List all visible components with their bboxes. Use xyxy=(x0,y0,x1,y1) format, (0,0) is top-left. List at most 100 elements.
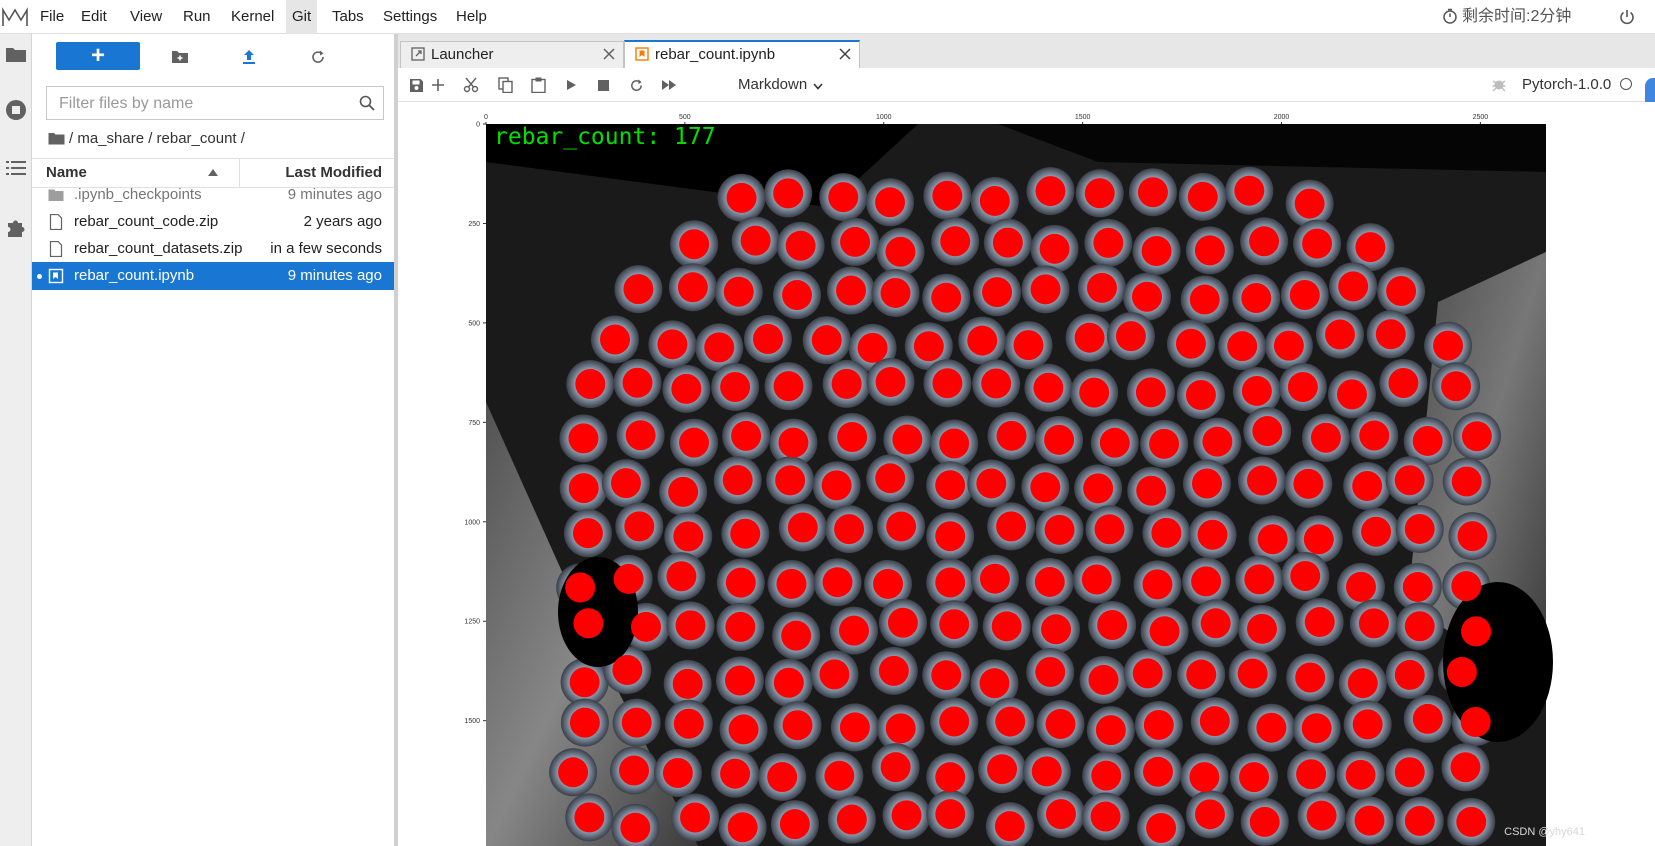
detection-dot xyxy=(1441,371,1472,402)
detection-dot xyxy=(1257,524,1288,555)
running-sessions-tab[interactable] xyxy=(2,96,30,124)
save-button[interactable] xyxy=(404,74,428,96)
detection-dot xyxy=(1088,664,1119,695)
detection-dot xyxy=(1202,426,1233,457)
file-row[interactable]: .ipynb_checkpoints 9 minutes ago xyxy=(32,181,394,209)
cell-type-dropdown[interactable]: Markdown xyxy=(738,68,823,102)
detection-dot xyxy=(875,187,906,218)
stop-circle-icon xyxy=(6,100,26,120)
detection-dot xyxy=(1079,377,1110,408)
detection-dot xyxy=(976,468,1007,499)
detection-dot xyxy=(1304,607,1335,638)
file-row-selected[interactable]: rebar_count.ipynb 9 minutes ago xyxy=(32,262,394,290)
insert-cell-button[interactable] xyxy=(426,74,450,96)
menu-tabs[interactable]: Tabs xyxy=(326,0,370,34)
file-modified: in a few seconds xyxy=(270,240,382,257)
menu-settings[interactable]: Settings xyxy=(377,0,443,34)
detection-dot xyxy=(836,804,867,835)
detection-dot xyxy=(1303,524,1334,555)
run-cell-button[interactable] xyxy=(559,74,583,96)
interrupt-kernel-button[interactable] xyxy=(591,74,615,96)
breadcrumb[interactable]: / ma_share / rebar_count / xyxy=(48,124,245,154)
close-icon[interactable] xyxy=(603,48,615,60)
detection-dot xyxy=(1189,284,1220,315)
paste-cell-button[interactable] xyxy=(526,74,550,96)
detection-dot xyxy=(811,325,842,356)
detection-dot xyxy=(878,655,909,686)
menu-run[interactable]: Run xyxy=(177,0,217,34)
folder-icon[interactable] xyxy=(48,132,65,145)
breadcrumb-path[interactable]: / ma_share / rebar_count / xyxy=(69,130,245,147)
power-icon[interactable] xyxy=(1618,8,1636,26)
menu-view[interactable]: View xyxy=(124,0,168,34)
output-image-figure: 0 500 1000 1500 2000 2500 0 250 500 750 1000 1250 1… xyxy=(464,114,1553,846)
upload-button[interactable] xyxy=(237,45,261,69)
detection-dot xyxy=(1200,608,1231,639)
detection-dot xyxy=(1375,319,1406,350)
menu-kernel[interactable]: Kernel xyxy=(225,0,280,34)
detection-dot xyxy=(1241,375,1272,406)
restart-kernel-button[interactable] xyxy=(624,74,648,96)
file-name: rebar_count_datasets.zip xyxy=(74,240,243,257)
refresh-icon xyxy=(312,50,324,63)
activity-bar xyxy=(0,34,32,846)
detection-dot xyxy=(1142,756,1173,787)
bug-icon[interactable] xyxy=(1491,76,1507,92)
detection-dot xyxy=(1252,416,1283,447)
detection-dot xyxy=(1354,805,1385,836)
detection-dot xyxy=(935,799,966,830)
kernel-name[interactable]: Pytorch-1.0.0 xyxy=(1522,68,1611,102)
detection-dot xyxy=(1090,801,1121,832)
main-area: Launcher rebar_count.ipynb Markdown Pyto… xyxy=(398,34,1655,846)
detection-dot xyxy=(1151,517,1182,548)
detection-dot xyxy=(991,611,1022,642)
detection-dot xyxy=(880,752,911,783)
copy-cell-button[interactable] xyxy=(493,74,517,96)
cut-cell-button[interactable] xyxy=(459,74,483,96)
notebook-panel: 0 500 1000 1500 2000 2500 0 250 500 750 1000 1250 1… xyxy=(398,102,1655,846)
detection-dot xyxy=(731,420,762,451)
notebook-icon xyxy=(48,268,64,284)
y-tick-label: 1500 xyxy=(464,718,480,725)
detection-dot xyxy=(1345,759,1376,790)
tab-launcher[interactable]: Launcher xyxy=(400,41,624,68)
search-icon[interactable] xyxy=(359,95,375,111)
new-folder-button[interactable] xyxy=(168,45,192,69)
detection-dot xyxy=(558,757,589,788)
detection-dot xyxy=(1355,232,1386,263)
detection-dot xyxy=(840,226,871,257)
figure-x-axis: 0 500 1000 1500 2000 2500 xyxy=(484,114,1488,124)
new-launcher-button[interactable]: + xyxy=(56,42,140,70)
file-browser-tab[interactable] xyxy=(2,40,30,68)
detection-dot xyxy=(610,468,641,499)
detection-dot xyxy=(668,476,699,507)
menu-help[interactable]: Help xyxy=(450,0,493,34)
detection-dot xyxy=(886,511,917,542)
detection-dot xyxy=(1149,616,1180,647)
detection-dot xyxy=(728,714,759,745)
file-row[interactable]: rebar_count_datasets.zip in a few second… xyxy=(32,235,394,263)
menu-git[interactable]: Git xyxy=(286,0,318,34)
file-filter-input[interactable] xyxy=(57,87,351,121)
detection-dot xyxy=(996,511,1027,542)
close-icon[interactable] xyxy=(839,48,851,60)
detection-dot xyxy=(1246,465,1277,496)
refresh-button[interactable] xyxy=(306,45,330,69)
menu-file[interactable]: File xyxy=(34,0,70,34)
detection-dot xyxy=(1227,331,1258,362)
detection-dot xyxy=(1081,564,1112,595)
play-icon xyxy=(567,80,576,90)
table-of-contents-tab[interactable] xyxy=(2,154,30,182)
tab-rebar-count-notebook[interactable]: rebar_count.ipynb xyxy=(624,40,860,68)
detection-dot xyxy=(1239,762,1270,793)
extension-manager-tab[interactable] xyxy=(2,214,30,242)
detection-dot xyxy=(1338,271,1369,302)
file-row[interactable]: rebar_count_code.zip 2 years ago xyxy=(32,208,394,236)
detection-dot xyxy=(1115,321,1146,352)
sort-ascending-icon[interactable] xyxy=(208,169,218,176)
detection-dot xyxy=(1093,227,1124,258)
detection-dot xyxy=(1091,760,1122,791)
restart-run-all-button[interactable] xyxy=(657,74,681,96)
menu-edit[interactable]: Edit xyxy=(75,0,113,34)
detection-dot xyxy=(1404,611,1435,642)
